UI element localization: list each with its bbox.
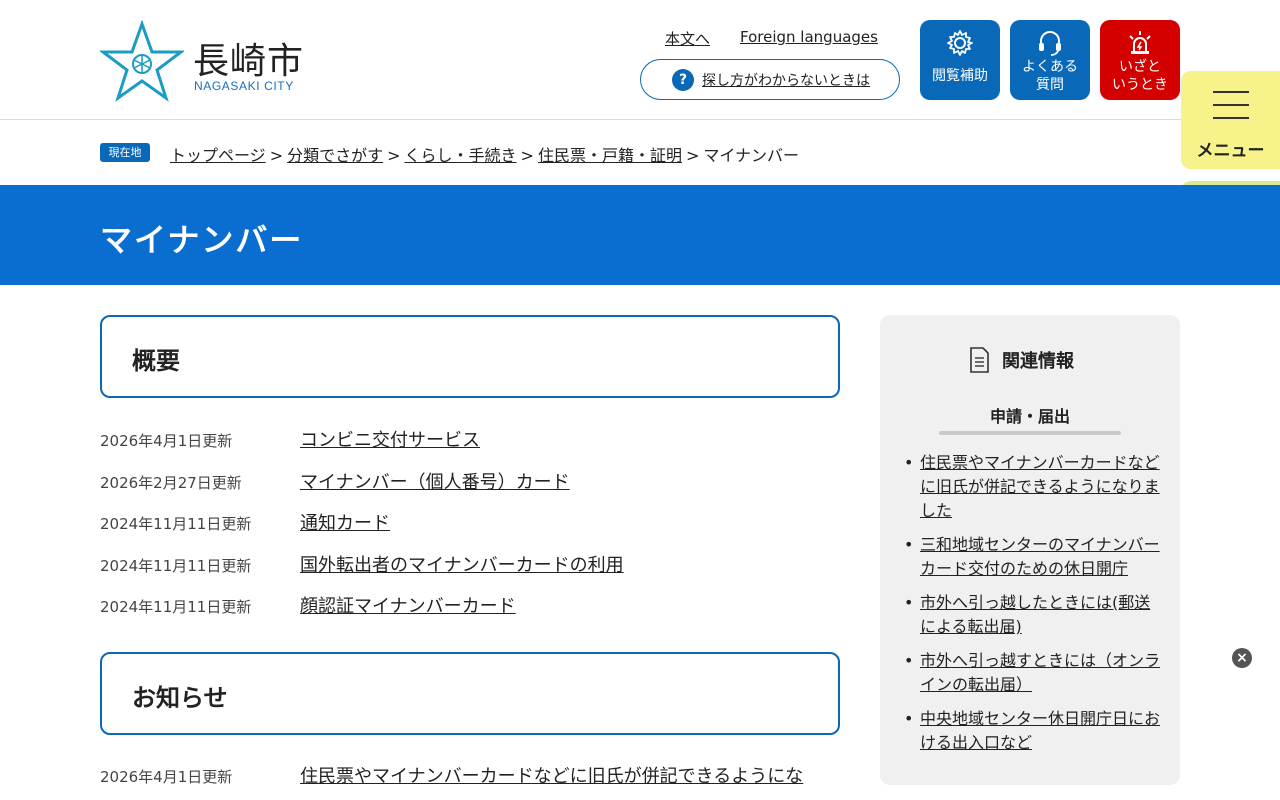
- list-item-link[interactable]: 通知カード: [300, 509, 390, 535]
- skip-to-content-link[interactable]: 本文へ: [665, 28, 710, 49]
- related-link-item[interactable]: 三和地域センターのマイナンバーカード交付のための休日開庁: [902, 533, 1164, 581]
- list-item: 2026年4月1日更新 住民票やマイナンバーカードなどに旧氏が併記できるようにな: [100, 762, 840, 792]
- emergency-label-line2: いうとき: [1112, 77, 1168, 93]
- related-link-item[interactable]: 市外へ引っ越したときには(郵送による転出届): [902, 591, 1164, 639]
- accessibility-label: 閲覧補助: [932, 68, 988, 84]
- accessibility-button[interactable]: 閲覧補助: [920, 20, 1000, 100]
- breadcrumb-separator: >: [387, 146, 401, 165]
- logo-subtitle: NAGASAKI CITY: [194, 79, 294, 93]
- faq-label-line1: よくある: [1022, 59, 1078, 75]
- list-item: 2024年11月11日更新 顔認証マイナンバーカード: [100, 592, 840, 622]
- list-item: 2024年11月11日更新 国外転出者のマイナンバーカードの利用: [100, 551, 840, 581]
- list-item-date: 2024年11月11日更新: [100, 598, 252, 616]
- related-info-panel: 関連情報 申請・届出 住民票やマイナンバーカードなどに旧氏が併記できるようになり…: [880, 315, 1180, 785]
- related-links-list: 住民票やマイナンバーカードなどに旧氏が併記できるようになりました 三和地域センタ…: [902, 451, 1164, 765]
- headset-icon: [1039, 31, 1061, 56]
- list-item: 2024年11月11日更新 通知カード: [100, 509, 840, 539]
- foreign-languages-link[interactable]: Foreign languages: [740, 28, 878, 46]
- gear-icon: [947, 30, 973, 56]
- menu-label: メニュー: [1196, 141, 1265, 161]
- related-info-header: 関連情報: [880, 345, 1180, 373]
- site-header: 長崎市 NAGASAKI CITY 本文へ Foreign languages …: [0, 0, 1280, 120]
- list-item-link[interactable]: コンビニ交付サービス: [300, 426, 480, 452]
- related-link[interactable]: 市外へ引っ越すときには（オンラインの転出届）: [920, 651, 1160, 694]
- overview-heading: 概要: [132, 347, 180, 375]
- title-band: マイナンバー: [0, 185, 1280, 285]
- breadcrumb-badge: 現在地: [100, 143, 150, 162]
- list-item-date: 2026年4月1日更新: [100, 432, 233, 450]
- list-item-link[interactable]: 国外転出者のマイナンバーカードの利用: [300, 551, 624, 577]
- breadcrumb-item-living[interactable]: くらし・手続き: [405, 146, 517, 165]
- site-logo[interactable]: 長崎市 NAGASAKI CITY: [100, 20, 320, 102]
- related-link[interactable]: 中央地域センター休日開庁日における出入口など: [920, 709, 1160, 752]
- related-link[interactable]: 住民票やマイナンバーカードなどに旧氏が併記できるようになりました: [920, 453, 1160, 520]
- related-link-item[interactable]: 住民票やマイナンバーカードなどに旧氏が併記できるようになりました: [902, 451, 1164, 523]
- breadcrumb-current: マイナンバー: [703, 146, 800, 165]
- overview-heading-box: 概要: [100, 315, 840, 398]
- list-item-link[interactable]: 顔認証マイナンバーカード: [300, 592, 516, 618]
- emergency-button[interactable]: いざと いうとき: [1100, 20, 1180, 100]
- list-item-link[interactable]: 住民票やマイナンバーカードなどに旧氏が併記できるようにな: [300, 762, 803, 788]
- siren-icon: [1129, 31, 1151, 54]
- list-item-date: 2026年2月27日更新: [100, 474, 242, 492]
- hamburger-icon: [1213, 91, 1249, 119]
- breadcrumb-separator: >: [685, 146, 700, 165]
- breadcrumb: トップページ > 分類でさがす > くらし・手続き > 住民票・戸籍・証明 > マイナンバー: [170, 142, 799, 166]
- related-link[interactable]: 市外へ引っ越したときには(郵送による転出届): [920, 593, 1150, 636]
- search-help-label: 探し方がわからないときは: [702, 73, 870, 89]
- breadcrumb-item-top[interactable]: トップページ: [170, 146, 266, 165]
- related-link-item[interactable]: 市外へ引っ越すときには（オンラインの転出届）: [902, 649, 1164, 697]
- list-item-link[interactable]: マイナンバー（個人番号）カード: [300, 468, 570, 494]
- related-subheading: 申請・届出: [989, 407, 1070, 426]
- list-item-date: 2024年11月11日更新: [100, 515, 252, 533]
- breadcrumb-item-certificates[interactable]: 住民票・戸籍・証明: [538, 146, 682, 165]
- notices-heading: お知らせ: [132, 684, 228, 712]
- search-help-button[interactable]: ? 探し方がわからないときは: [640, 59, 900, 100]
- list-item-date: 2024年11月11日更新: [100, 557, 252, 575]
- breadcrumb-separator: >: [520, 146, 534, 165]
- star-logo-icon: [100, 20, 184, 102]
- close-icon[interactable]: ×: [1232, 648, 1252, 668]
- question-icon: ?: [672, 69, 694, 91]
- related-link-item[interactable]: 中央地域センター休日開庁日における出入口など: [902, 707, 1164, 755]
- subheading-underline: [939, 431, 1121, 435]
- breadcrumb-item-category[interactable]: 分類でさがす: [287, 146, 383, 165]
- emergency-label-line1: いざと: [1119, 59, 1161, 75]
- list-item-date: 2026年4月1日更新: [100, 768, 233, 786]
- page-title: マイナンバー: [100, 221, 304, 259]
- related-link[interactable]: 三和地域センターのマイナンバーカード交付のための休日開庁: [920, 535, 1160, 578]
- list-item: 2026年4月1日更新 コンビニ交付サービス: [100, 426, 840, 456]
- logo-name: 長崎市: [193, 41, 305, 82]
- faq-button[interactable]: よくある 質問: [1010, 20, 1090, 100]
- document-icon: [970, 347, 989, 373]
- related-info-heading: 関連情報: [1002, 351, 1074, 372]
- menu-tab[interactable]: メニュー: [1181, 71, 1280, 169]
- faq-label-line2: 質問: [1036, 77, 1064, 93]
- breadcrumb-separator: >: [269, 146, 284, 165]
- list-item: 2026年2月27日更新 マイナンバー（個人番号）カード: [100, 468, 840, 498]
- notices-heading-box: お知らせ: [100, 652, 840, 735]
